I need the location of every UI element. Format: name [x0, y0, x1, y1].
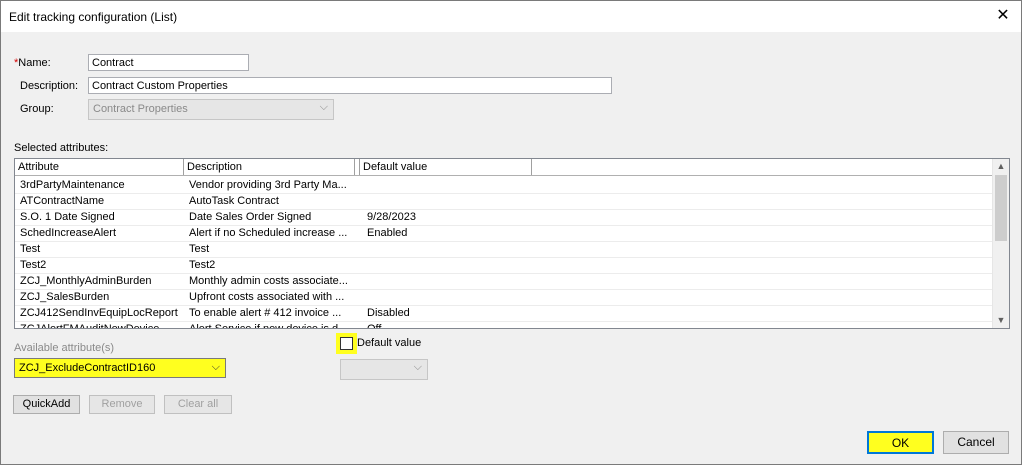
table-row[interactable]: ZCJ412SendInvEquipLocReport To enable ale… [15, 305, 992, 322]
table-row[interactable]: ATContractName AutoTask Contract [15, 193, 992, 210]
available-attributes-label: Available attribute(s) [14, 342, 115, 354]
cell-description: Date Sales Order Signed [189, 211, 312, 223]
table-row[interactable]: 3rdPartyMaintenance Vendor providing 3rd … [15, 177, 992, 194]
chevron-down-icon: ⌵ [413, 361, 422, 373]
selected-attributes-label: Selected attributes: [14, 142, 109, 154]
column-header-default-value[interactable]: Default value [360, 159, 532, 175]
table-row[interactable]: Test2 Test2 [15, 257, 992, 274]
default-value-checkbox[interactable] [340, 337, 353, 350]
grid-header: Attribute Description Default value [15, 159, 995, 176]
cell-default [367, 177, 527, 193]
cell-default [367, 257, 527, 273]
cell-description: Upfront costs associated with ... [189, 291, 345, 303]
cell-description: Vendor providing 3rd Party Ma... [189, 179, 347, 191]
remove-button[interactable]: Remove [89, 395, 155, 414]
cell-default: Off [367, 323, 382, 329]
cell-description: Monthly admin costs associate... [189, 275, 348, 287]
quickadd-button[interactable]: QuickAdd [13, 395, 80, 414]
cell-description: Test [189, 243, 210, 255]
clear-all-button[interactable]: Clear all [164, 395, 232, 414]
cell-default [367, 241, 527, 257]
cell-default: 9/28/2023 [367, 211, 416, 223]
vertical-scrollbar[interactable]: ▲ ▼ [992, 159, 1009, 328]
cell-default [367, 289, 527, 305]
cell-attribute: ATContractName [20, 195, 105, 207]
cell-attribute: ZCJ_SalesBurden [20, 291, 110, 303]
cell-description: Test2 [189, 259, 216, 271]
scroll-down-icon[interactable]: ▼ [993, 315, 1009, 325]
cell-attribute: Test [20, 243, 41, 255]
group-select: Contract Properties ⌵ [88, 99, 334, 120]
cell-default: Disabled [367, 307, 410, 319]
available-attributes-select[interactable]: ZCJ_ExcludeContractID160 ⌵ [14, 358, 226, 378]
description-field[interactable]: Contract Custom Properties [88, 77, 612, 94]
table-row[interactable]: Test Test [15, 241, 992, 258]
cell-description: Alert if no Scheduled increase ... [189, 227, 348, 239]
title-bar: Edit tracking configuration (List) ✕ [1, 1, 1021, 32]
cell-default [367, 193, 527, 209]
scroll-thumb[interactable] [995, 175, 1007, 241]
cell-attribute: SchedIncreaseAlert [20, 227, 116, 239]
cancel-button[interactable]: Cancel [943, 431, 1009, 454]
cell-attribute: ZCJ412SendInvEquipLocReport [20, 307, 178, 319]
window-title: Edit tracking configuration (List) [9, 10, 178, 24]
cell-attribute: 3rdPartyMaintenance [20, 179, 125, 191]
default-value-label: Default value [357, 337, 422, 349]
column-header-description[interactable]: Description [184, 159, 355, 175]
default-value-select: ⌵ [340, 359, 428, 380]
cell-default [367, 273, 527, 289]
name-label: *Name: [14, 57, 51, 69]
table-row[interactable]: ZCJ_MonthlyAdminBurden Monthly admin cost… [15, 273, 992, 290]
cell-description: AutoTask Contract [189, 195, 279, 207]
column-header-attribute[interactable]: Attribute [15, 159, 184, 175]
description-label: Description: [20, 80, 79, 92]
table-row[interactable]: S.O. 1 Date Signed Date Sales Order Signe… [15, 209, 992, 226]
cell-attribute: ZCJ_MonthlyAdminBurden [20, 275, 152, 287]
scroll-up-icon[interactable]: ▲ [993, 161, 1009, 171]
group-label: Group: [20, 103, 54, 115]
name-field[interactable]: Contract [88, 54, 249, 71]
cell-attribute: Test2 [20, 259, 47, 271]
chevron-down-icon: ⌵ [319, 101, 328, 113]
table-row[interactable]: SchedIncreaseAlert Alert if no Scheduled … [15, 225, 992, 242]
close-icon[interactable]: ✕ [991, 5, 1015, 27]
cell-description: To enable alert # 412 invoice ... [189, 307, 342, 319]
dialog: Edit tracking configuration (List) ✕ *Na… [0, 0, 1022, 465]
table-row[interactable]: ZCJ_SalesBurden Upfront costs associated … [15, 289, 992, 306]
cell-attribute: S.O. 1 Date Signed [20, 211, 115, 223]
cell-attribute: ZCJAlertFMAuditNewDevice [20, 323, 160, 329]
cell-default: Enabled [367, 227, 408, 239]
cell-description: Alert Service if new device is d... [189, 323, 348, 329]
table-row[interactable]: ZCJAlertFMAuditNewDevice Alert Service if… [15, 321, 992, 329]
attributes-grid[interactable]: Attribute Description Default value 3rdP… [14, 158, 1010, 329]
chevron-down-icon: ⌵ [211, 361, 220, 373]
ok-button[interactable]: OK [867, 431, 934, 454]
